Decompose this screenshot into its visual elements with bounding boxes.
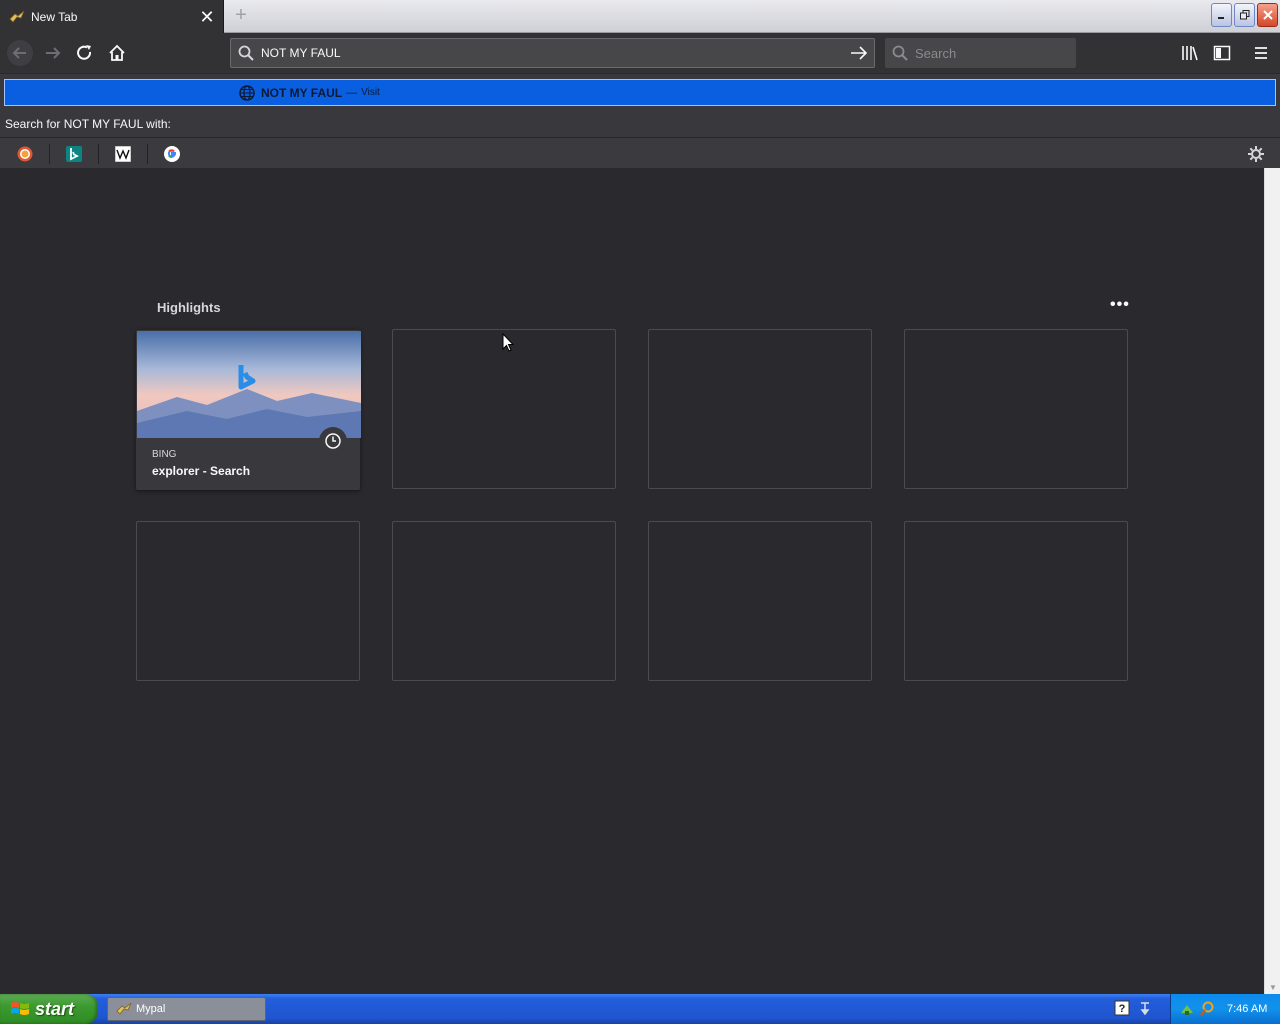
card-hostname: BING: [152, 449, 177, 460]
close-icon: [1262, 10, 1273, 20]
sidebar-icon: [1213, 45, 1231, 61]
home-button[interactable]: [103, 39, 131, 67]
one-off-search-engines: [0, 137, 1280, 169]
menu-button[interactable]: [1247, 39, 1275, 67]
empty-card-placeholder: [392, 521, 616, 681]
taskbar-quick-icons: ?: [1114, 1000, 1152, 1016]
search-settings-gear-icon[interactable]: [1247, 145, 1265, 163]
empty-card-placeholder: [904, 521, 1128, 681]
tab-title: New Tab: [31, 9, 78, 24]
autocomplete-title: NOT MY FAUL: [261, 85, 343, 100]
reload-icon: [77, 45, 92, 60]
bing-icon[interactable]: [65, 145, 83, 163]
new-tab-button[interactable]: +: [231, 5, 251, 26]
svg-text:?: ?: [1119, 1003, 1126, 1015]
library-button[interactable]: [1176, 39, 1204, 67]
search-with-label: Search for NOT MY FAUL with:: [5, 117, 171, 131]
library-icon: [1182, 46, 1198, 61]
restore-button[interactable]: [1234, 3, 1255, 27]
network-icon[interactable]: [1138, 1000, 1152, 1016]
sidebar-toggle-button[interactable]: [1208, 39, 1236, 67]
autocomplete-action: Visit: [361, 87, 380, 98]
search-bar[interactable]: Search: [885, 38, 1076, 68]
start-button[interactable]: start: [0, 994, 98, 1024]
duckduckgo-icon[interactable]: [16, 145, 34, 163]
autocomplete-separator: —: [346, 86, 358, 99]
go-arrow-icon[interactable]: [844, 45, 874, 61]
windows-flag-icon: [11, 1002, 29, 1015]
search-placeholder[interactable]: Search: [915, 46, 956, 61]
mypal-icon: [116, 1002, 132, 1015]
forward-arrow-icon: [46, 47, 61, 59]
window-controls: [1211, 3, 1278, 27]
minimize-icon: [1217, 17, 1224, 19]
google-icon[interactable]: [163, 145, 181, 163]
search-icon: [231, 45, 261, 61]
minimize-button[interactable]: [1211, 3, 1232, 27]
engine-separator: [147, 144, 148, 164]
highlight-card[interactable]: BING explorer - Search: [136, 330, 361, 490]
url-input[interactable]: NOT MY FAUL: [261, 46, 844, 60]
page-scrollbar[interactable]: ▼: [1264, 168, 1280, 994]
restore-icon: [1239, 10, 1249, 20]
help-icon[interactable]: ?: [1114, 1000, 1130, 1016]
start-label: start: [35, 998, 75, 1019]
empty-card-placeholder: [392, 329, 616, 489]
empty-card-placeholder: [648, 521, 872, 681]
url-bar[interactable]: NOT MY FAUL: [230, 38, 875, 68]
home-icon: [109, 44, 125, 61]
tab-strip: New Tab ✕ +: [0, 0, 1280, 33]
back-button[interactable]: [6, 39, 34, 67]
search-icon: [885, 45, 915, 61]
tab-close-icon[interactable]: ✕: [197, 8, 217, 26]
back-arrow-icon: [7, 40, 33, 66]
engine-separator: [49, 144, 50, 164]
system-clock: 7:46 AM: [1227, 1003, 1268, 1015]
wikipedia-icon[interactable]: [114, 145, 132, 163]
hamburger-menu-icon: [1255, 47, 1267, 59]
search-magnifier-icon[interactable]: [1199, 1001, 1215, 1017]
highlights-more-icon[interactable]: •••: [1110, 296, 1130, 314]
forward-button[interactable]: [39, 39, 67, 67]
engine-separator: [98, 144, 99, 164]
history-clock-icon: [319, 427, 347, 455]
autocomplete-popup: NOT MY FAUL — Visit Search for NOT MY FA…: [0, 73, 1280, 169]
safely-remove-hardware-icon[interactable]: [1179, 1001, 1195, 1017]
card-thumbnail: [137, 331, 361, 438]
tab-new-tab[interactable]: New Tab ✕: [0, 0, 224, 33]
system-tray: 7:46 AM: [1170, 994, 1280, 1024]
close-window-button[interactable]: [1257, 3, 1278, 27]
globe-icon: [239, 84, 255, 101]
empty-card-placeholder: [648, 329, 872, 489]
empty-card-placeholder: [136, 521, 360, 681]
navigation-toolbar: NOT MY FAUL Search: [0, 33, 1280, 73]
mouse-cursor-icon: [502, 333, 514, 352]
autocomplete-selected-row[interactable]: NOT MY FAUL — Visit: [4, 79, 1276, 106]
scroll-down-arrow-icon[interactable]: ▼: [1269, 983, 1277, 992]
empty-card-placeholder: [904, 329, 1128, 489]
new-tab-page: Highlights ••• BING explorer - Search: [0, 168, 1264, 994]
mypal-icon: [9, 10, 25, 23]
taskbar-item-mypal[interactable]: Mypal: [107, 997, 266, 1021]
reload-button[interactable]: [71, 39, 99, 67]
windows-taskbar: start Mypal ? 7:46 AM: [0, 994, 1280, 1024]
taskbar-item-label: Mypal: [136, 1003, 166, 1015]
card-title: explorer - Search: [152, 464, 251, 478]
highlights-heading: Highlights: [157, 300, 221, 315]
